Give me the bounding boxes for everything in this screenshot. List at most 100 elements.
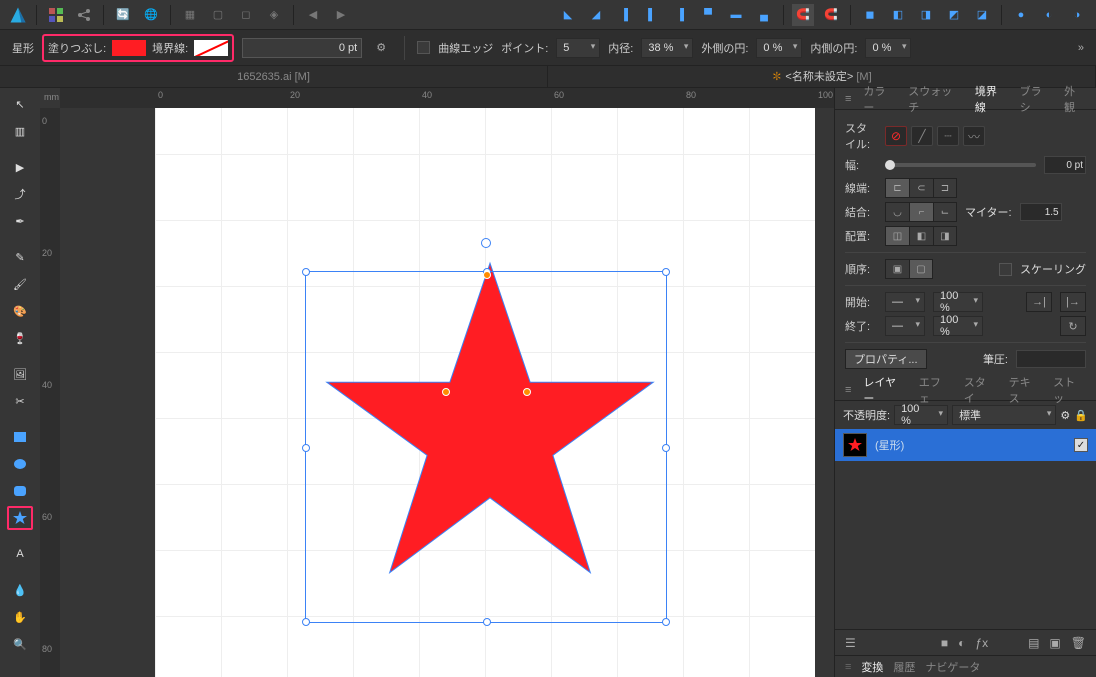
pen-tool[interactable]: ✒: [7, 209, 33, 233]
align-m-icon[interactable]: ▬: [725, 4, 747, 26]
join-round[interactable]: ◡: [885, 202, 909, 222]
blend-mode-dropdown[interactable]: 標準: [952, 405, 1056, 425]
tab-doc-1[interactable]: 1652635.ai [M]: [0, 66, 548, 88]
rounded-rect-tool[interactable]: [7, 479, 33, 503]
curve-edge-checkbox[interactable]: [417, 41, 430, 54]
cap-square[interactable]: ⊐: [933, 178, 957, 198]
style-brush-icon[interactable]: 〰: [963, 126, 985, 146]
stroke-color-swatch[interactable]: [194, 40, 228, 56]
tab-navigator[interactable]: ナビゲータ: [925, 659, 980, 675]
pencil-tool[interactable]: ✎: [7, 245, 33, 269]
style-dashed-icon[interactable]: ┈: [937, 126, 959, 146]
order-front[interactable]: ▢: [909, 259, 933, 279]
outer-circle-dropdown[interactable]: 0 %: [756, 38, 802, 58]
add-layer-icon[interactable]: ▣: [1049, 636, 1060, 650]
handle-se[interactable]: [662, 618, 670, 626]
ellipse-tool[interactable]: [7, 452, 33, 476]
shape-node-inner-r[interactable]: [523, 388, 531, 396]
gear-icon[interactable]: ⚙: [370, 37, 392, 59]
layers-mode-icon[interactable]: ☰: [845, 636, 856, 650]
handle-nw[interactable]: [302, 268, 310, 276]
shape-node-inner-l[interactable]: [442, 388, 450, 396]
move-tool[interactable]: ↖: [7, 92, 33, 116]
order-behind[interactable]: ▣: [885, 259, 909, 279]
zoom-tool[interactable]: 🔍: [7, 632, 33, 656]
dashed-bounds-icon[interactable]: ◻: [235, 4, 257, 26]
fx-icon[interactable]: ƒx: [975, 636, 988, 650]
text-tool[interactable]: A: [7, 542, 33, 566]
align-t-icon[interactable]: ▀: [697, 4, 719, 26]
align-r-icon[interactable]: ▐: [669, 4, 691, 26]
adjustment-icon[interactable]: ◐: [958, 636, 965, 650]
rotation-handle[interactable]: [481, 238, 491, 248]
transform-icon[interactable]: ◈: [263, 4, 285, 26]
fill-color-swatch[interactable]: [112, 40, 146, 56]
align-right-icon[interactable]: ▶: [330, 4, 352, 26]
start-place-out[interactable]: →|: [1026, 292, 1052, 312]
point-dropdown[interactable]: 5: [556, 38, 600, 58]
handle-ne[interactable]: [662, 268, 670, 276]
align-l-icon[interactable]: ▐: [613, 4, 635, 26]
star-tool[interactable]: [7, 506, 33, 530]
align-b-icon[interactable]: ▄: [753, 4, 775, 26]
rectangle-tool[interactable]: [7, 425, 33, 449]
layer-settings-icon[interactable]: ⚙: [1060, 409, 1070, 422]
bool-sub-icon[interactable]: ◧: [887, 4, 909, 26]
scaling-checkbox[interactable]: [999, 263, 1012, 276]
ruler-horizontal[interactable]: 0 20 40 60 80 100: [60, 88, 834, 108]
ruler-vertical[interactable]: 0 20 40 60 80: [40, 108, 60, 677]
preview-icon[interactable]: 🌐: [140, 4, 162, 26]
end-arrow-dropdown[interactable]: —: [885, 316, 925, 336]
start-pct-dropdown[interactable]: 100 %: [933, 292, 983, 312]
grid-icon[interactable]: ▦: [179, 4, 201, 26]
end-pct-dropdown[interactable]: 100 %: [933, 316, 983, 336]
brush-tool[interactable]: 🖌: [7, 272, 33, 296]
artboard-tool[interactable]: ▥: [7, 119, 33, 143]
share-icon[interactable]: [73, 4, 95, 26]
mask-icon[interactable]: ■: [941, 636, 948, 650]
bool-int-icon[interactable]: ◨: [915, 4, 937, 26]
align-outside[interactable]: ◨: [933, 226, 957, 246]
panel-drag-icon-2[interactable]: ≡: [845, 384, 851, 396]
cap-round[interactable]: ⊂: [909, 178, 933, 198]
insert-inside-icon[interactable]: ◑: [1066, 4, 1088, 26]
join-miter[interactable]: ⌙: [933, 202, 957, 222]
layer-visibility-check[interactable]: ✓: [1074, 438, 1088, 452]
properties-button[interactable]: プロパティ...: [845, 349, 927, 369]
swap-arrows[interactable]: ↻: [1060, 316, 1086, 336]
selection-rect[interactable]: [305, 271, 667, 623]
style-solid-icon[interactable]: ╱: [911, 126, 933, 146]
sync-icon[interactable]: 🔄: [112, 4, 134, 26]
inner-radius-dropdown[interactable]: 38 %: [641, 38, 693, 58]
bool-xor-icon[interactable]: ◩: [943, 4, 965, 26]
fill-tool[interactable]: 🎨: [7, 299, 33, 323]
place-image-tool[interactable]: 🖼: [7, 362, 33, 386]
canvas-scroll[interactable]: [60, 108, 834, 677]
width-input[interactable]: [1044, 156, 1086, 174]
handle-w[interactable]: [302, 444, 310, 452]
start-arrow-dropdown[interactable]: —: [885, 292, 925, 312]
transparency-tool[interactable]: 🍷: [7, 326, 33, 350]
delete-layer-icon[interactable]: 🗑: [1071, 636, 1086, 650]
align-inside[interactable]: ◧: [909, 226, 933, 246]
stroke-width-input[interactable]: [242, 38, 362, 58]
lock-icon[interactable]: 🔒: [1074, 409, 1088, 422]
pressure-curve[interactable]: [1016, 350, 1086, 368]
handle-s[interactable]: [483, 618, 491, 626]
cap-butt[interactable]: ⊏: [885, 178, 909, 198]
bounds-icon[interactable]: ▢: [207, 4, 229, 26]
crop-tool[interactable]: ✂: [7, 389, 33, 413]
node-tool[interactable]: ▶: [7, 155, 33, 179]
opacity-dropdown[interactable]: 100 %: [894, 405, 948, 425]
overflow-icon[interactable]: »: [1078, 42, 1084, 54]
join-bevel[interactable]: ⌐: [909, 202, 933, 222]
panel-drag-icon-3[interactable]: ≡: [845, 661, 851, 673]
align-left-icon[interactable]: ◀: [302, 4, 324, 26]
insert-behind-icon[interactable]: ◐: [1038, 4, 1060, 26]
flip-v-icon[interactable]: ◢: [585, 4, 607, 26]
bool-div-icon[interactable]: ◪: [971, 4, 993, 26]
start-place-in[interactable]: |→: [1060, 292, 1086, 312]
inner-circle-dropdown[interactable]: 0 %: [865, 38, 911, 58]
tab-history[interactable]: 履歴: [893, 659, 915, 675]
handle-sw[interactable]: [302, 618, 310, 626]
